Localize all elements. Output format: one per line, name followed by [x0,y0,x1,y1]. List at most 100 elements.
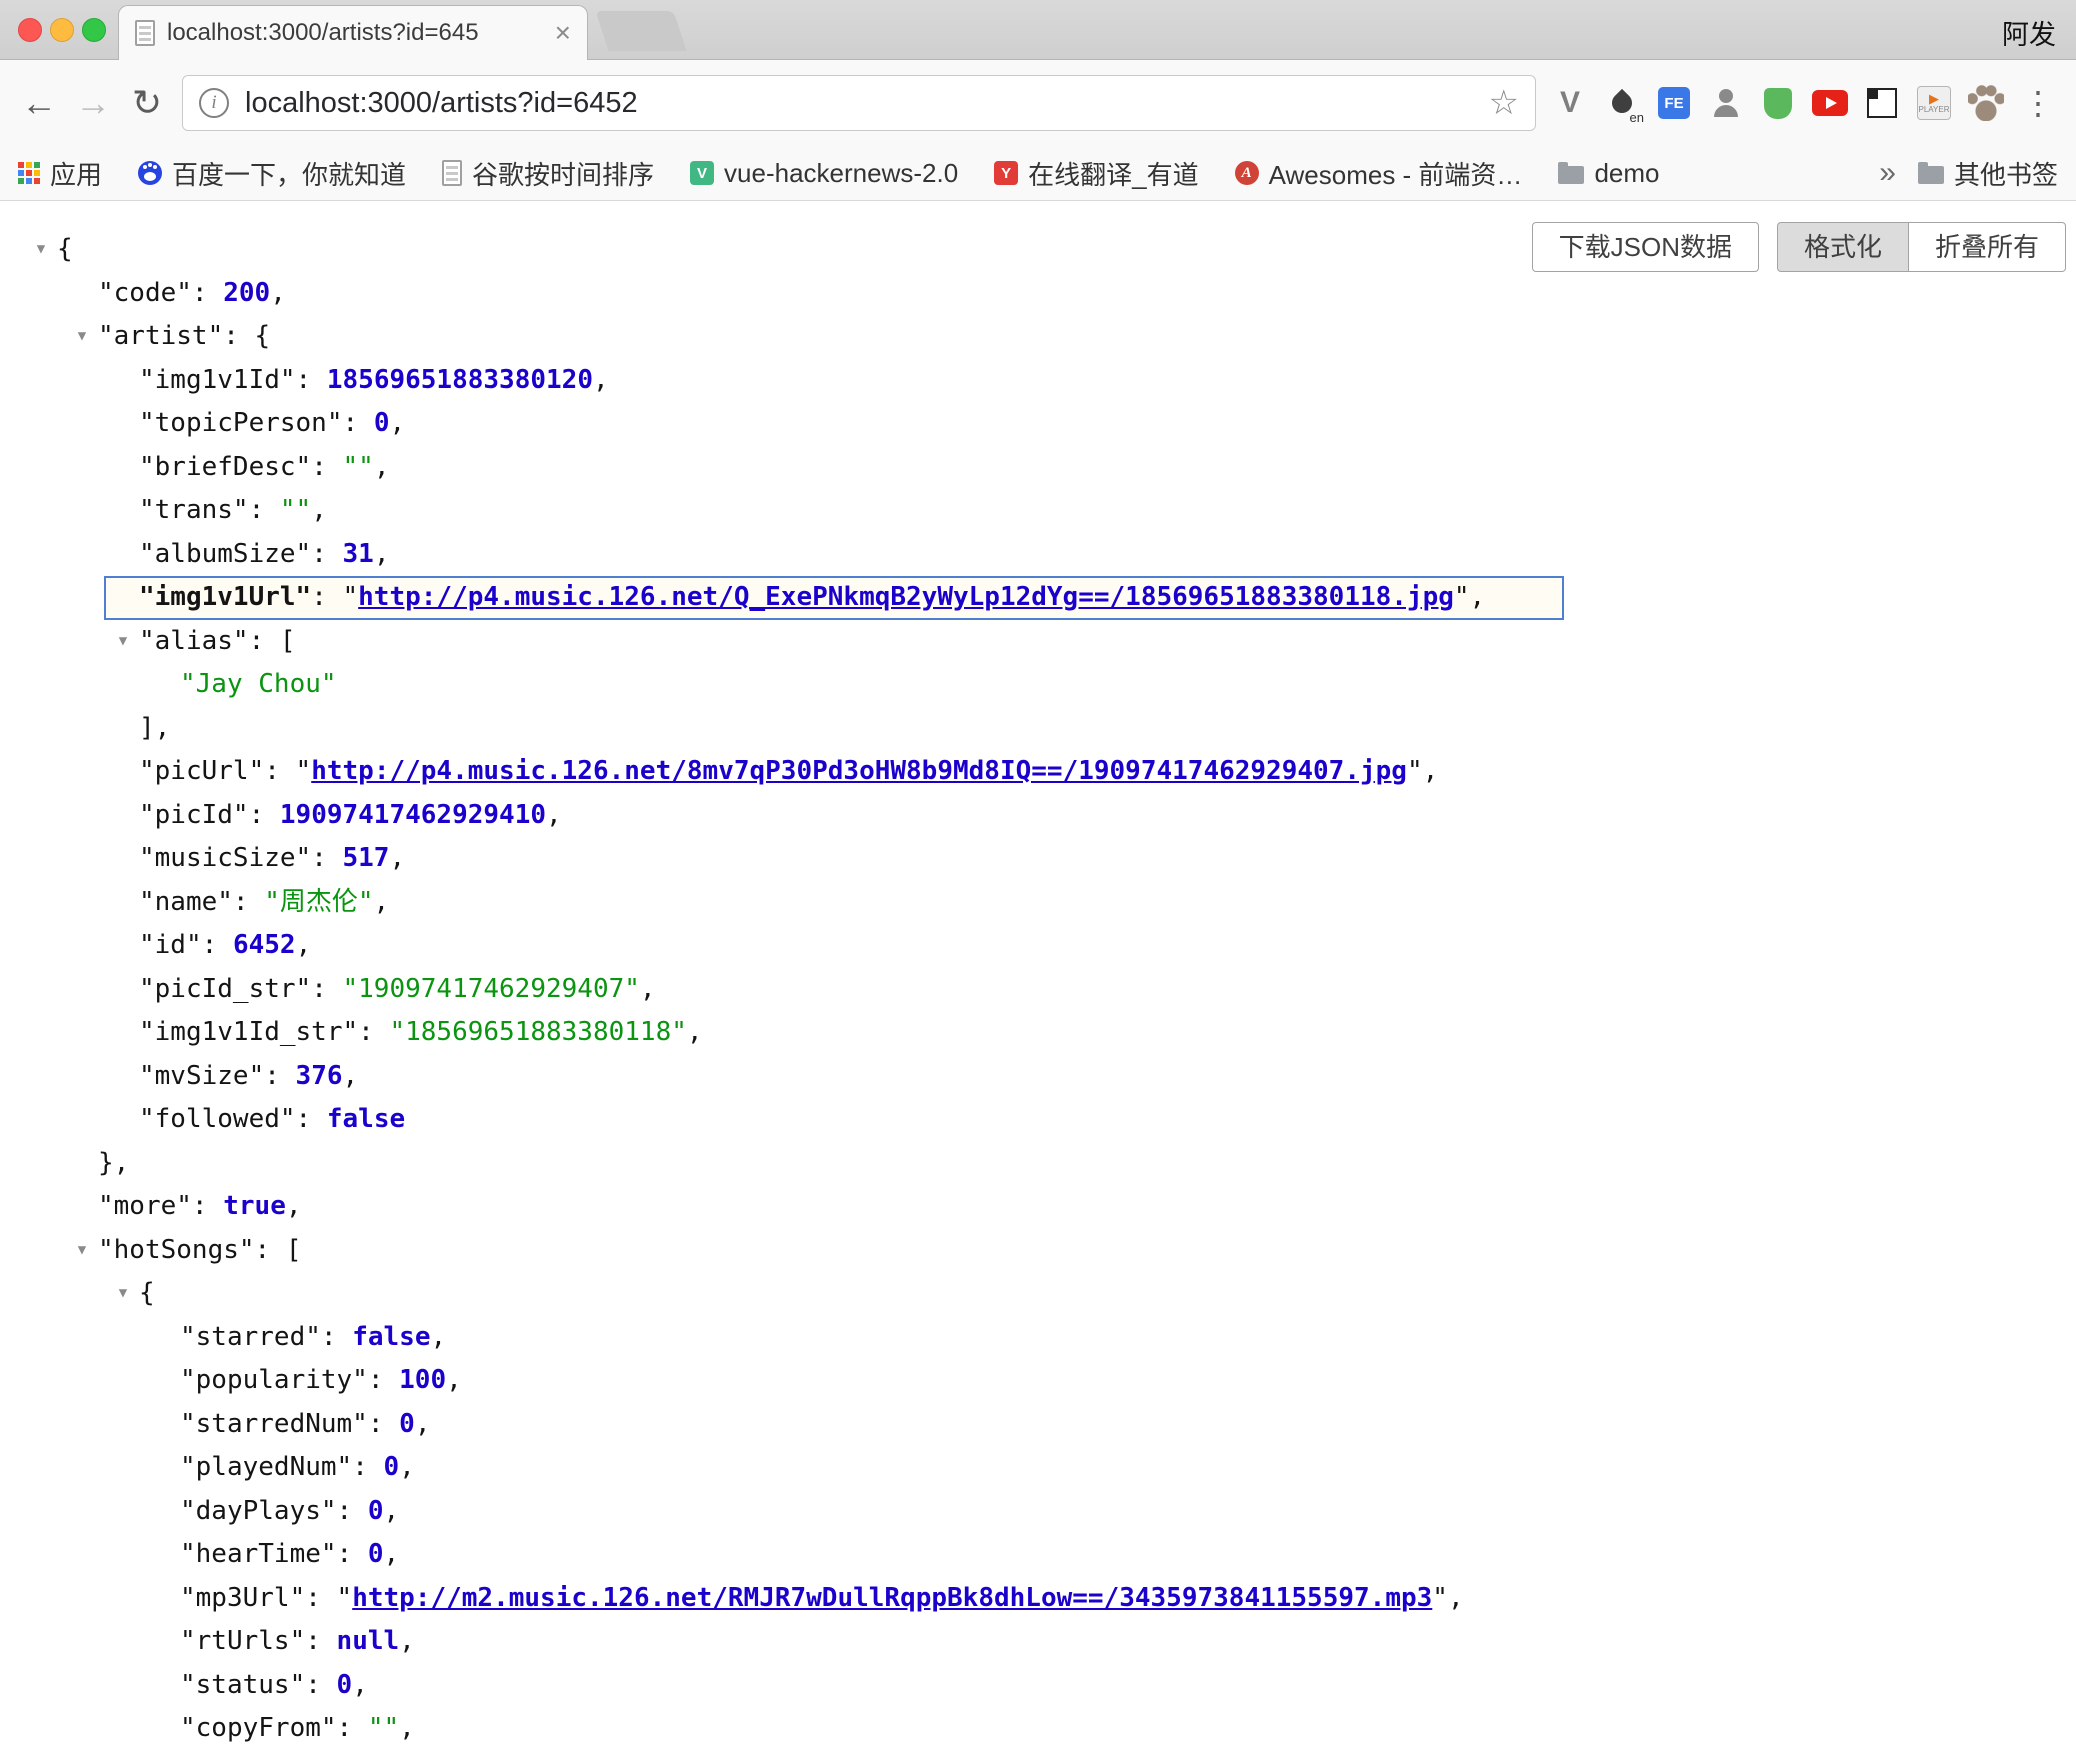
player-label: PLAYER [1919,105,1950,114]
json-key: "artist" [98,321,223,351]
json-line: "playedNum": 0, [0,1446,2076,1490]
json-line: ▼{ [0,1272,2076,1316]
json-punct: : [337,1713,368,1743]
youtube-extension-icon[interactable] [1804,75,1856,131]
zoom-window-button[interactable] [82,18,106,42]
document-icon [442,160,462,186]
bookmark-item-apps[interactable]: 应用 [18,155,102,192]
json-line: ▼"artist": { [0,315,2076,359]
profile-name[interactable]: 阿发 [2002,13,2056,52]
json-string: "19097417462929407" [343,974,640,1004]
json-key: "name" [139,887,233,917]
json-key: "briefDesc" [139,452,311,482]
json-number: 18569651883380120 [327,365,593,395]
address-bar[interactable]: i localhost:3000/artists?id=6452 ☆ [182,75,1536,131]
other-bookmarks[interactable]: 其他书签 [1918,155,2058,192]
browser-tab[interactable]: localhost:3000/artists?id=645 × [118,5,588,60]
collapse-toggle-icon[interactable]: ▼ [112,620,134,664]
collapse-toggle-icon[interactable]: ▼ [71,1229,93,1273]
collapse-toggle-icon[interactable]: ▼ [112,1272,134,1316]
json-punct: [ [280,626,296,656]
tab-strip: localhost:3000/artists?id=645 × 阿发 [0,0,2076,60]
json-key: "popularity" [180,1365,368,1395]
json-line: "musicSize": 517, [0,837,2076,881]
json-key: "img1v1Id_str" [139,1017,358,1047]
json-viewer-controls: 下载JSON数据 格式化 折叠所有 [1532,222,2066,272]
green-shield-extension-icon[interactable] [1752,75,1804,131]
json-link[interactable]: http://p4.music.126.net/Q_ExePNkmqB2yWyL… [358,582,1454,612]
json-line: "img1v1Id": 18569651883380120, [0,359,2076,403]
fe-extension-icon[interactable]: FE [1648,75,1700,131]
bookmark-item-awesomes[interactable]: A Awesomes - 前端资… [1235,155,1523,192]
bookmark-item-baidu[interactable]: 百度一下，你就知道 [138,155,406,192]
json-punct: : [296,1104,327,1134]
json-punct: , [343,1061,359,1091]
json-punct: : [311,452,342,482]
json-key: "albumSize" [139,539,311,569]
json-key: "followed" [139,1104,296,1134]
json-number: 100 [399,1365,446,1395]
json-number: 19097417462929410 [280,800,546,830]
json-punct: : [233,887,264,917]
json-line: "code": 200, [0,272,2076,316]
json-punct: : [249,800,280,830]
json-punct: , [384,1496,400,1526]
bookmarks-bar-right: » 其他书签 [1879,155,2058,192]
bookmark-label: demo [1594,158,1659,189]
json-punct: , [1470,582,1486,612]
bookmark-item-vue-hackernews[interactable]: V vue-hackernews-2.0 [690,158,958,189]
json-punct: : [343,408,374,438]
json-punct: , [399,1452,415,1482]
reload-button[interactable]: ↻ [120,82,174,124]
browser-menu-button[interactable]: ⋮ [2012,75,2064,131]
json-key: "code" [98,278,192,308]
person-silhouette-icon [1710,87,1742,119]
bookmark-star-icon[interactable]: ☆ [1489,83,1519,123]
url-text[interactable]: localhost:3000/artists?id=6452 [245,87,1489,120]
json-punct: : [337,1496,368,1526]
json-key: "playedNum" [180,1452,352,1482]
bookmark-item-youdao[interactable]: Y 在线翻译_有道 [994,155,1198,192]
close-window-button[interactable] [18,18,42,42]
forward-button[interactable]: → [66,82,120,124]
back-button[interactable]: ← [12,82,66,124]
bookmarks-overflow-icon[interactable]: » [1879,156,1896,190]
json-punct: , [389,843,405,873]
json-link[interactable]: http://p4.music.126.net/8mv7qP30Pd3oHW8b… [311,756,1407,786]
tab-close-icon[interactable]: × [555,19,571,47]
youdao-icon: Y [994,161,1018,185]
collapse-toggle-icon[interactable]: ▼ [71,315,93,359]
page-info-icon[interactable]: i [199,88,229,118]
json-punct: " [1454,582,1470,612]
download-json-button[interactable]: 下载JSON数据 [1532,222,1759,272]
player-extension-icon[interactable]: ▶ PLAYER [1908,75,1960,131]
json-key: "starredNum" [180,1409,368,1439]
json-punct: : [264,756,295,786]
bookmark-item-google-sort[interactable]: 谷歌按时间排序 [442,155,654,192]
json-line: }, [0,1142,2076,1186]
bookmark-item-demo[interactable]: demo [1558,158,1659,189]
paw-extension-icon[interactable] [1960,75,2012,131]
vimium-extension-icon[interactable]: V [1544,75,1596,131]
json-punct: " [1407,756,1423,786]
json-key: "hotSongs" [98,1235,255,1265]
json-punct: ], [139,713,170,743]
translate-pen-extension-icon[interactable]: en [1596,75,1648,131]
json-key: "dayPlays" [180,1496,337,1526]
json-string: "18569651883380118" [389,1017,686,1047]
json-line: "Jay Chou" [0,663,2076,707]
paw-print-icon [1968,85,2004,121]
json-punct: , [286,1191,302,1221]
json-punct: : [352,1452,383,1482]
json-string: "" [280,495,311,525]
person-extension-icon[interactable] [1700,75,1752,131]
collapse-toggle-icon[interactable]: ▼ [30,228,52,272]
minimize-window-button[interactable] [50,18,74,42]
json-key: "picId_str" [139,974,311,1004]
json-link[interactable]: http://m2.music.126.net/RMJR7wDullRqppBk… [352,1583,1432,1613]
new-tab-button[interactable] [596,11,687,51]
json-line: "followed": false [0,1098,2076,1142]
collapse-all-button[interactable]: 折叠所有 [1909,222,2066,272]
format-button[interactable]: 格式化 [1777,222,1909,272]
qr-code-extension-icon[interactable] [1856,75,1908,131]
